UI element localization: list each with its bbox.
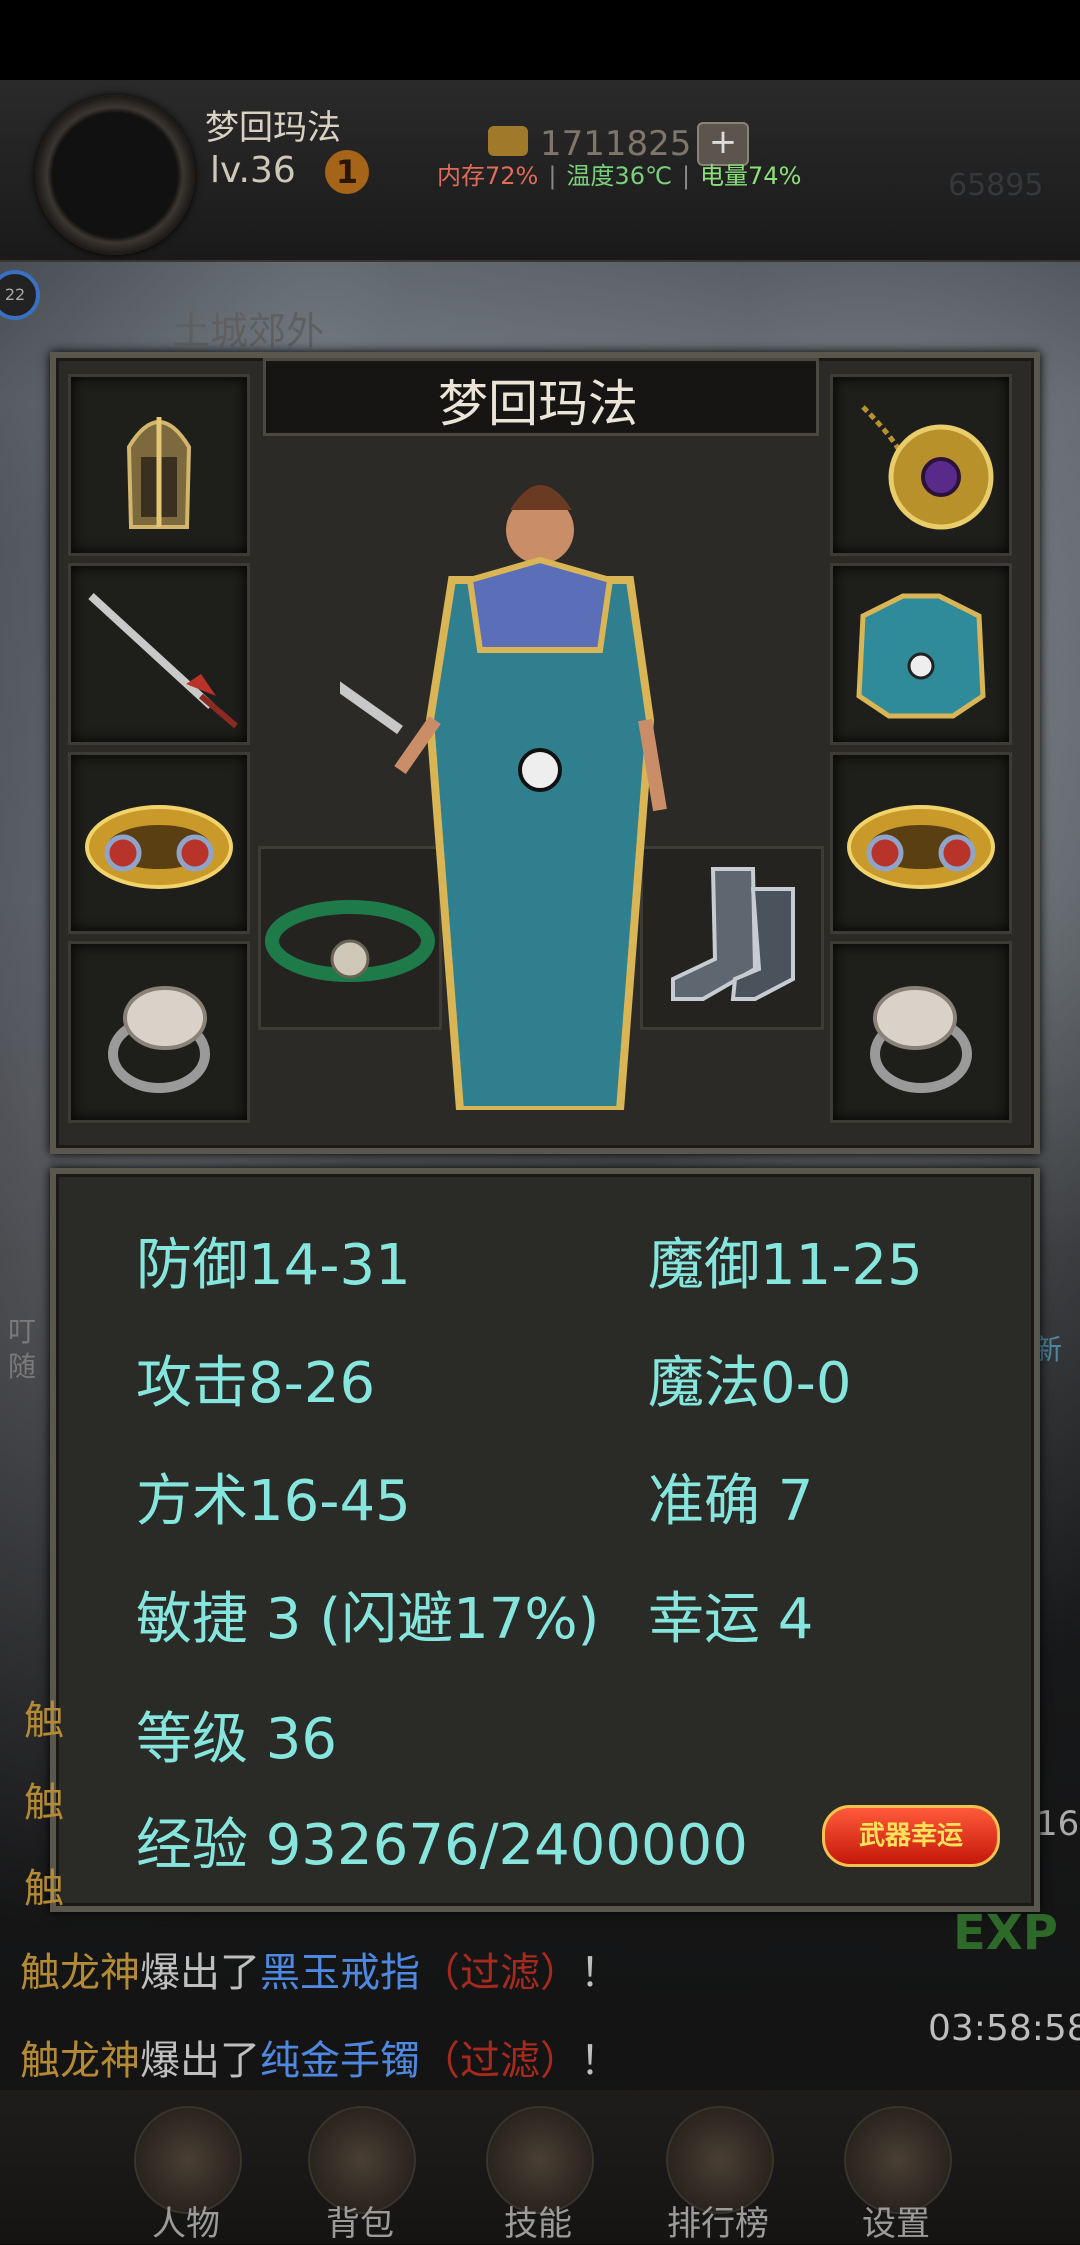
battery-level: 电量74%: [700, 162, 802, 190]
chat-fragment: 触: [24, 1698, 64, 1744]
nav-character[interactable]: 人物: [126, 2104, 246, 2244]
equipment-title: 梦回玛法: [438, 375, 638, 433]
armor-icon: [856, 593, 986, 719]
right-bracelet-slot[interactable]: [830, 752, 1012, 934]
gold-ingot-icon: [488, 126, 528, 156]
nav-label: 排行榜: [667, 2204, 769, 2244]
nav-settings[interactable]: 设置: [836, 2104, 956, 2244]
nav-skills[interactable]: 技能: [478, 2104, 598, 2244]
chat-text: 爆出了: [140, 1950, 260, 1996]
stat-agility: 敏捷 3 (闪避17%): [136, 1587, 600, 1652]
temperature: 温度36℃: [566, 162, 672, 190]
armor-slot[interactable]: [830, 563, 1012, 745]
right-ring-slot[interactable]: [830, 941, 1012, 1123]
chat-line: 触龙神爆出了黑玉戒指（过滤）！: [20, 1940, 620, 1998]
memory-usage: 内存72%: [437, 162, 539, 190]
stat-luck: 幸运 4: [648, 1587, 814, 1652]
necklace-icon: [861, 405, 994, 530]
stat-magic: 魔法0-0: [648, 1351, 852, 1416]
nav-label: 技能: [504, 2204, 572, 2244]
stat-magic-defense: 魔御11-25: [648, 1233, 923, 1298]
chat-line: 触龙神爆出了纯金手镯（过滤）！: [20, 2028, 620, 2086]
chat-fragment: 触: [24, 1780, 64, 1826]
weapon-slot[interactable]: [68, 563, 250, 745]
system-info: 内存72% | 温度36℃ | 电量74%: [437, 156, 801, 191]
stat-accuracy: 准确 7: [648, 1469, 814, 1534]
nav-label: 背包: [326, 2204, 394, 2244]
divider: |: [548, 162, 557, 190]
chat-item-link[interactable]: 纯金手镯: [260, 2038, 420, 2084]
chat-filter-link[interactable]: （过滤）: [420, 2038, 580, 2084]
side-text-fragment: 叮: [8, 1315, 37, 1348]
level-badge[interactable]: 1: [325, 150, 369, 194]
left-bracelet-slot[interactable]: [68, 752, 250, 934]
map-name: 土城郊外: [172, 309, 325, 353]
hud-right-number: 65895: [948, 168, 1044, 203]
stat-level: 等级 36: [136, 1707, 338, 1772]
status-bar: [0, 0, 1080, 80]
sword-icon: [88, 593, 238, 729]
timer: 03:58:58: [928, 2008, 1080, 2049]
exp-badge[interactable]: EXP: [953, 1905, 1058, 1985]
ring-icon: [108, 986, 210, 1093]
chat-filter-link[interactable]: （过滤）: [420, 1950, 580, 1996]
chat-text: 爆出了: [140, 2038, 260, 2084]
chat-text: ！: [580, 1950, 620, 1996]
necklace-slot[interactable]: [830, 374, 1012, 556]
bracelet-icon: [847, 805, 995, 889]
chat-player-name[interactable]: 触龙神: [20, 2038, 140, 2084]
divider: |: [681, 162, 691, 190]
avatar[interactable]: [35, 95, 195, 255]
chat-player-name[interactable]: 触龙神: [20, 1950, 140, 1996]
chat-fragment: 触: [24, 1866, 64, 1912]
character-figure: [340, 485, 667, 1110]
nav-bag[interactable]: 背包: [300, 2104, 420, 2244]
player-name: 梦回玛法: [205, 108, 341, 148]
helmet-icon: [126, 417, 192, 529]
side-text-fragment: 随: [8, 1350, 37, 1383]
player-level: lv.36: [210, 150, 296, 191]
ring-icon: [870, 986, 972, 1093]
helmet-slot[interactable]: [68, 374, 250, 556]
stat-experience: 经验 932676/2400000: [136, 1813, 748, 1878]
left-ring-slot[interactable]: [68, 941, 250, 1123]
weapon-luck-button[interactable]: 武器幸运: [822, 1805, 1000, 1867]
bracelet-icon: [85, 805, 233, 889]
stat-attack: 攻击8-26: [136, 1351, 376, 1416]
nav-label: 设置: [862, 2204, 930, 2244]
chat-text: ！: [580, 2038, 620, 2084]
stat-taoism: 方术16-45: [136, 1469, 411, 1534]
nav-ranking[interactable]: 排行榜: [658, 2104, 778, 2244]
chat-item-link[interactable]: 黑玉戒指: [260, 1950, 420, 1996]
side-text-fragment: 16: [1036, 1804, 1080, 1844]
nav-label: 人物: [152, 2204, 220, 2244]
stat-defense: 防御14-31: [136, 1233, 411, 1298]
